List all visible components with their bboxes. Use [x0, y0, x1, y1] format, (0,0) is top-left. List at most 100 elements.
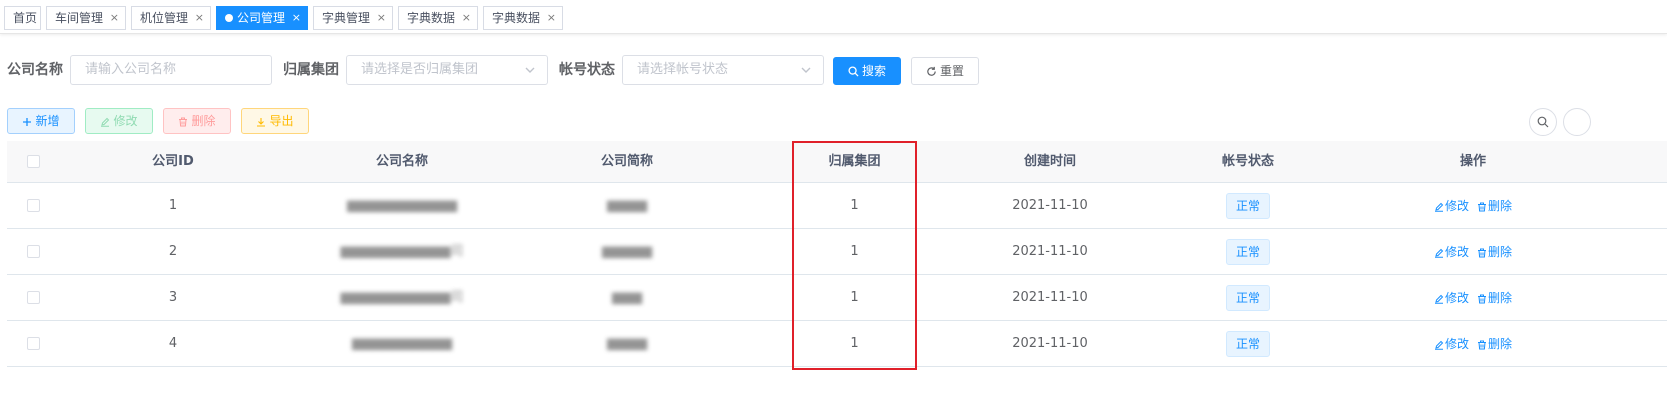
row-delete-link[interactable]: 删除 — [1477, 275, 1512, 321]
add-button[interactable]: 新增 — [7, 108, 75, 134]
delete-button[interactable]: 删除 — [163, 108, 231, 134]
row-checkbox[interactable] — [27, 245, 40, 258]
company-name-label: 公司名称 — [7, 62, 63, 78]
refresh-icon — [927, 66, 936, 76]
search-icon — [848, 66, 859, 77]
delete-button-label: 删除 — [191, 114, 216, 128]
close-icon[interactable]: × — [292, 7, 301, 29]
cell-company-id: 1 — [168, 198, 178, 213]
edit-icon — [1434, 294, 1444, 304]
chevron-down-icon — [525, 67, 535, 73]
reset-button-label: 重置 — [939, 64, 964, 78]
row-edit-link[interactable]: 修改 — [1434, 321, 1469, 367]
header-company-short: 公司简称 — [600, 154, 653, 169]
cell-company-id: 2 — [168, 244, 178, 259]
row-edit-label: 修改 — [1444, 199, 1469, 213]
close-icon[interactable]: × — [377, 7, 386, 29]
search-button[interactable]: 搜索 — [833, 57, 901, 85]
row-edit-link[interactable]: 修改 — [1434, 275, 1469, 321]
tab-home[interactable]: 首页 — [4, 6, 41, 30]
row-checkbox[interactable] — [27, 199, 40, 212]
tab-workshop[interactable]: 车间管理 × — [46, 6, 126, 30]
cell-company-id: 3 — [168, 290, 178, 305]
row-edit-label: 修改 — [1444, 337, 1469, 351]
edit-icon — [1434, 248, 1444, 258]
tab-label: 公司管理 — [237, 11, 286, 25]
cell-created-time: 2021-11-10 — [1012, 336, 1088, 351]
close-icon[interactable]: × — [462, 7, 471, 29]
tab-company[interactable]: 公司管理 × — [216, 6, 308, 30]
row-delete-label: 删除 — [1488, 291, 1513, 305]
status-badge: 正常 — [1225, 238, 1270, 265]
status-placeholder: 请选择帐号状态 — [637, 62, 729, 77]
edit-button[interactable]: 修改 — [85, 108, 153, 134]
highlight-box — [792, 141, 917, 370]
row-checkbox[interactable] — [27, 291, 40, 304]
group-label: 归属集团 — [283, 62, 339, 78]
company-name-placeholder: 请输入公司名称 — [85, 62, 177, 77]
edit-icon — [1434, 340, 1444, 350]
tags-view-bar: 首页 车间管理 × 机位管理 × 公司管理 × 字典管理 × 字典数据 × 字典… — [0, 0, 1667, 34]
export-button-label: 导出 — [269, 114, 294, 128]
select-all-checkbox[interactable] — [27, 155, 40, 168]
tab-label: 字典管理 — [322, 11, 371, 25]
plus-icon — [23, 118, 32, 126]
row-edit-label: 修改 — [1444, 291, 1469, 305]
edit-button-label: 修改 — [113, 114, 138, 128]
refresh-table-button[interactable] — [1563, 108, 1591, 136]
header-actions: 操作 — [1459, 154, 1486, 169]
status-badge: 正常 — [1225, 330, 1270, 357]
close-icon[interactable]: × — [110, 7, 119, 29]
cell-company-name: ▆▆▆▆▆▆▆▆▆▆▆ — [347, 198, 457, 213]
toggle-search-button[interactable] — [1529, 108, 1557, 136]
tab-label: 字典数据 — [492, 11, 541, 25]
chevron-down-icon — [801, 67, 811, 73]
row-edit-label: 修改 — [1444, 245, 1469, 259]
row-checkbox[interactable] — [27, 337, 40, 350]
tab-label: 首页 — [13, 11, 38, 25]
group-select[interactable]: 请选择是否归属集团 — [346, 55, 548, 85]
row-edit-link[interactable]: 修改 — [1434, 183, 1469, 229]
delete-icon — [1478, 248, 1486, 258]
row-edit-link[interactable]: 修改 — [1434, 229, 1469, 275]
tab-station[interactable]: 机位管理 × — [131, 6, 211, 30]
cell-created-time: 2021-11-10 — [1012, 290, 1088, 305]
download-icon — [257, 118, 266, 127]
search-button-label: 搜索 — [861, 64, 886, 78]
header-company-name: 公司名称 — [375, 154, 428, 169]
status-select[interactable]: 请选择帐号状态 — [622, 55, 824, 85]
close-icon[interactable]: × — [195, 7, 204, 29]
company-name-input[interactable]: 请输入公司名称 — [70, 55, 272, 85]
edit-icon — [101, 117, 110, 127]
delete-icon — [179, 117, 188, 127]
header-account-status: 帐号状态 — [1221, 154, 1274, 169]
tab-dict[interactable]: 字典管理 × — [313, 6, 393, 30]
tab-label: 机位管理 — [140, 11, 189, 25]
export-button[interactable]: 导出 — [241, 108, 309, 134]
delete-icon — [1478, 340, 1486, 350]
cell-company-name: ▆▆▆▆▆▆▆▆▆▆▆司 — [340, 244, 464, 259]
cell-created-time: 2021-11-10 — [1012, 198, 1088, 213]
tab-label: 车间管理 — [55, 11, 104, 25]
row-delete-label: 删除 — [1488, 199, 1513, 213]
delete-icon — [1478, 202, 1486, 212]
cell-company-name: ▆▆▆▆▆▆▆▆▆▆ — [352, 336, 452, 351]
cell-company-name: ▆▆▆▆▆▆▆▆▆▆▆司 — [340, 290, 464, 305]
tab-dict-data-1[interactable]: 字典数据 × — [398, 6, 478, 30]
header-created-time: 创建时间 — [1023, 154, 1076, 169]
row-delete-link[interactable]: 删除 — [1477, 229, 1512, 275]
row-delete-label: 删除 — [1488, 337, 1513, 351]
cell-company-short: ▆▆▆▆▆ — [602, 244, 652, 259]
group-placeholder: 请选择是否归属集团 — [361, 62, 479, 77]
tab-dict-data-2[interactable]: 字典数据 × — [483, 6, 563, 30]
add-button-label: 新增 — [35, 114, 60, 128]
row-delete-link[interactable]: 删除 — [1477, 321, 1512, 367]
reset-button[interactable]: 重置 — [911, 57, 979, 85]
search-icon — [1537, 116, 1549, 128]
active-dot-icon — [225, 14, 233, 22]
row-delete-link[interactable]: 删除 — [1477, 183, 1512, 229]
status-badge: 正常 — [1225, 284, 1270, 311]
close-icon[interactable]: × — [547, 7, 556, 29]
cell-company-short: ▆▆▆ — [612, 290, 642, 305]
cell-company-short: ▆▆▆▆ — [607, 336, 647, 351]
